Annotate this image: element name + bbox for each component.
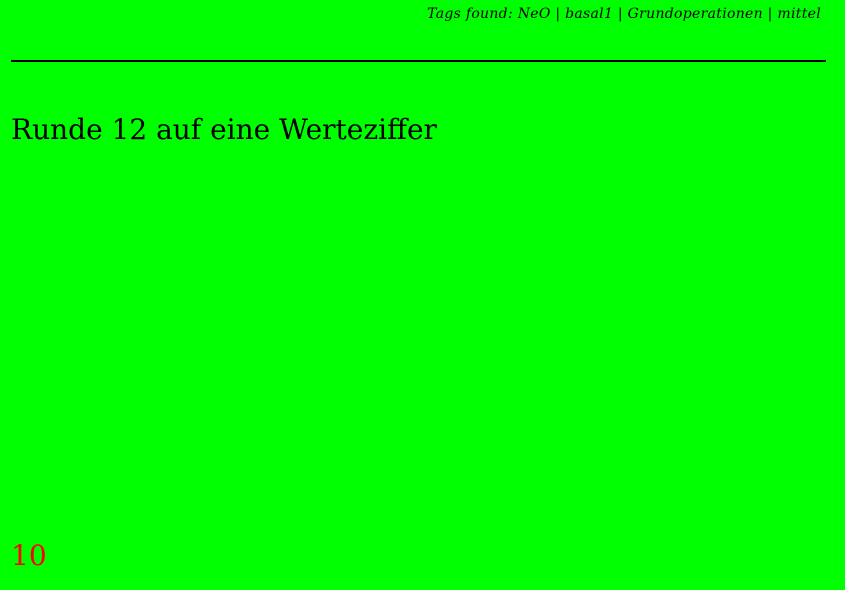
tags-line: Tags found: NeO | basal1 | Grundoperatio… xyxy=(427,6,821,22)
header-divider xyxy=(11,60,826,62)
page-number: 10 xyxy=(11,539,47,572)
task-text: Runde 12 auf eine Werteziffer xyxy=(11,113,437,146)
